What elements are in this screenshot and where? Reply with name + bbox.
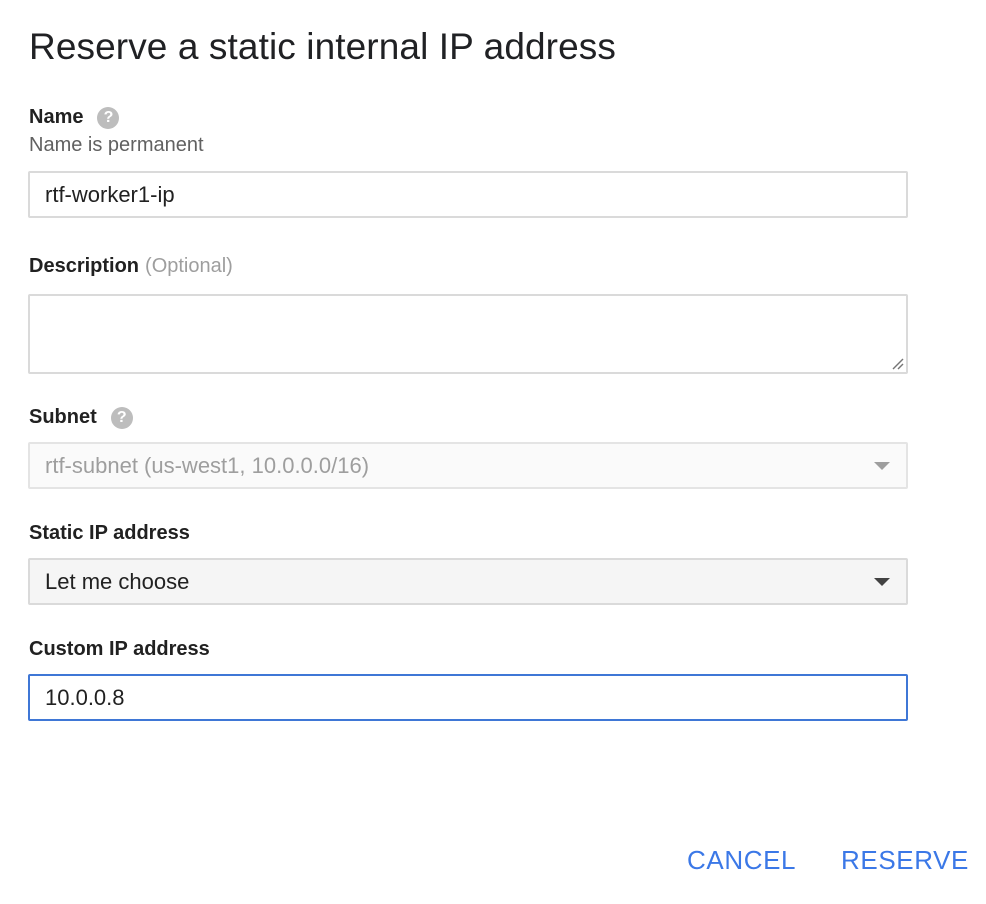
custom-ip-input[interactable]: 10.0.0.8 — [28, 674, 908, 721]
description-textarea[interactable] — [28, 294, 908, 374]
name-help-icon[interactable]: ? — [97, 106, 120, 129]
chevron-down-icon — [874, 461, 890, 470]
description-label-row: Description (Optional) — [29, 255, 233, 278]
custom-ip-input-value: 10.0.0.8 — [45, 684, 125, 710]
static-ip-label-row: Static IP address — [29, 522, 190, 545]
subnet-select: rtf-subnet (us-west1, 10.0.0.0/16) — [28, 442, 908, 489]
name-label-row: Name ? — [29, 106, 120, 129]
chevron-down-icon — [874, 577, 890, 586]
name-input[interactable]: rtf-worker1-ip — [28, 171, 908, 218]
name-label: Name — [29, 106, 84, 128]
static-ip-select[interactable]: Let me choose — [28, 558, 908, 605]
dialog-title: Reserve a static internal IP address — [29, 26, 616, 67]
cancel-button[interactable]: CANCEL — [687, 845, 796, 876]
description-label: Description — [29, 255, 140, 277]
resize-grip-icon[interactable] — [890, 356, 904, 370]
static-ip-label: Static IP address — [29, 522, 190, 544]
custom-ip-label-row: Custom IP address — [29, 638, 210, 661]
subnet-selected-value: rtf-subnet (us-west1, 10.0.0.0/16) — [45, 452, 370, 478]
name-input-value: rtf-worker1-ip — [45, 181, 175, 207]
reserve-button[interactable]: RESERVE — [841, 845, 969, 876]
reserve-ip-dialog: Reserve a static internal IP address Nam… — [0, 0, 986, 904]
custom-ip-label: Custom IP address — [29, 638, 210, 660]
static-ip-selected-value: Let me choose — [45, 568, 190, 594]
name-hint: Name is permanent — [29, 134, 204, 156]
subnet-help-icon[interactable]: ? — [110, 406, 133, 429]
subnet-label-row: Subnet ? — [29, 406, 133, 429]
subnet-label: Subnet — [29, 406, 97, 428]
description-optional-note: (Optional) — [145, 255, 233, 277]
